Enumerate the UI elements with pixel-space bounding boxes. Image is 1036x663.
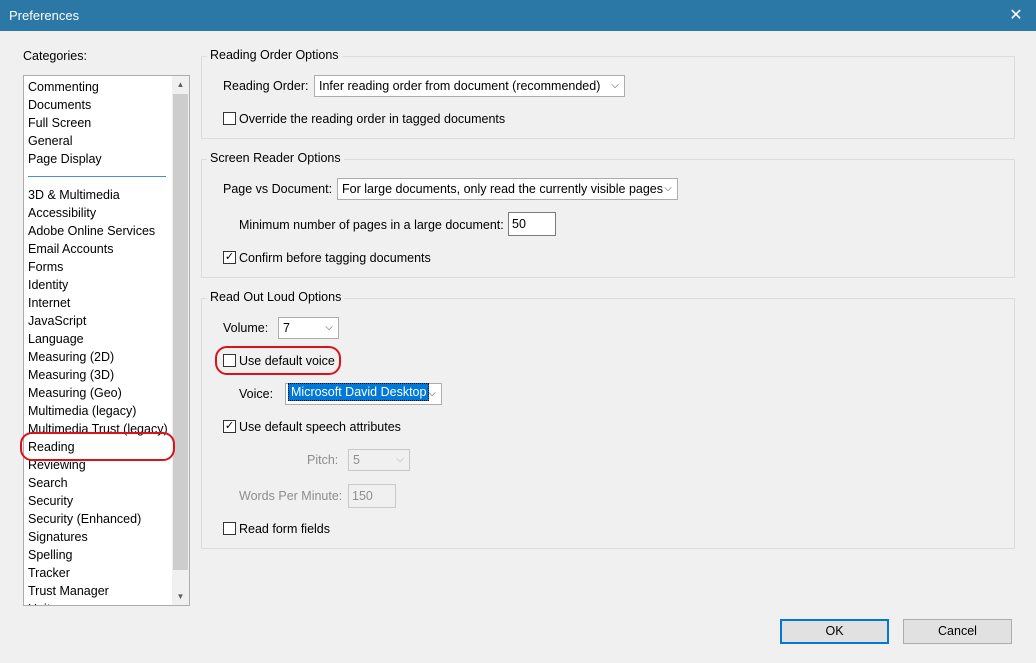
pitch-label: Pitch: bbox=[307, 453, 339, 467]
category-item[interactable]: Accessibility bbox=[28, 204, 173, 222]
scrollbar-thumb[interactable] bbox=[173, 94, 188, 570]
category-item[interactable]: Measuring (2D) bbox=[28, 348, 173, 366]
cancel-button[interactable]: Cancel bbox=[903, 619, 1012, 644]
category-item[interactable]: Trust Manager bbox=[28, 582, 173, 600]
min-pages-label: Minimum number of pages in a large docum… bbox=[239, 218, 504, 232]
screen-reader-group-title: Screen Reader Options bbox=[207, 151, 344, 165]
category-item[interactable]: Security (Enhanced) bbox=[28, 510, 173, 528]
chevron-down-icon: ⌵ bbox=[611, 80, 619, 91]
category-item[interactable]: Measuring (3D) bbox=[28, 366, 173, 384]
category-item[interactable]: Forms bbox=[28, 258, 173, 276]
override-reading-order-label: Override the reading order in tagged doc… bbox=[239, 112, 506, 126]
category-item[interactable]: Adobe Online Services bbox=[28, 222, 173, 240]
read-form-fields-checkbox[interactable] bbox=[223, 522, 236, 535]
voice-label: Voice: bbox=[239, 387, 274, 401]
category-item[interactable]: Commenting bbox=[28, 78, 173, 96]
page-vs-document-label: Page vs Document: bbox=[223, 182, 333, 196]
min-pages-value: 50 bbox=[512, 217, 526, 231]
categories-label: Categories: bbox=[23, 49, 87, 63]
category-item[interactable]: Tracker bbox=[28, 564, 173, 582]
category-item[interactable]: 3D & Multimedia bbox=[28, 186, 173, 204]
chevron-down-icon: ⌵ bbox=[664, 183, 672, 194]
category-item[interactable]: Signatures bbox=[28, 528, 173, 546]
chevron-down-icon: ⌵ bbox=[396, 454, 404, 465]
window-title: Preferences bbox=[9, 8, 80, 23]
confirm-tagging-label: Confirm before tagging documents bbox=[239, 251, 431, 265]
page-vs-document-value: For large documents, only read the curre… bbox=[342, 182, 663, 196]
category-separator bbox=[28, 168, 173, 186]
category-item[interactable]: Units bbox=[28, 600, 173, 605]
close-icon[interactable]: ✕ bbox=[996, 0, 1036, 31]
category-item[interactable]: Email Accounts bbox=[28, 240, 173, 258]
volume-label: Volume: bbox=[223, 321, 269, 335]
pitch-value: 5 bbox=[353, 453, 360, 467]
reading-order-select[interactable]: Infer reading order from document (recom… bbox=[314, 75, 625, 97]
reading-order-group bbox=[201, 56, 1015, 139]
category-item[interactable]: Documents bbox=[28, 96, 173, 114]
chevron-down-icon: ⌵ bbox=[428, 388, 436, 399]
read-form-fields-label: Read form fields bbox=[239, 522, 331, 536]
ok-button[interactable]: OK bbox=[780, 619, 889, 644]
read-out-loud-group-title: Read Out Loud Options bbox=[207, 290, 345, 304]
category-item[interactable]: Page Display bbox=[28, 150, 173, 168]
category-item[interactable]: Multimedia (legacy) bbox=[28, 402, 173, 420]
scroll-up-icon[interactable]: ▲ bbox=[172, 76, 189, 93]
wpm-input[interactable]: 150 bbox=[348, 484, 396, 508]
reading-order-value: Infer reading order from document (recom… bbox=[319, 79, 601, 93]
reading-order-group-title: Reading Order Options bbox=[207, 48, 342, 62]
category-item[interactable]: Spelling bbox=[28, 546, 173, 564]
title-bar: Preferences ✕ bbox=[0, 0, 1036, 31]
category-item[interactable]: Identity bbox=[28, 276, 173, 294]
category-item[interactable]: Measuring (Geo) bbox=[28, 384, 173, 402]
min-pages-input[interactable]: 50 bbox=[508, 212, 556, 236]
categories-scrollbar[interactable]: ▲ ▼ bbox=[172, 76, 189, 605]
category-item[interactable]: Internet bbox=[28, 294, 173, 312]
scroll-down-icon[interactable]: ▼ bbox=[172, 588, 189, 605]
category-item[interactable]: General bbox=[28, 132, 173, 150]
confirm-tagging-checkbox[interactable]: ✓ bbox=[223, 251, 236, 264]
volume-value: 7 bbox=[283, 321, 290, 335]
reading-order-label: Reading Order: bbox=[223, 79, 309, 93]
categories-list[interactable]: Commenting Documents Full Screen General Pag… bbox=[23, 75, 190, 606]
use-default-speech-label: Use default speech attributes bbox=[239, 420, 401, 434]
use-default-voice-checkbox[interactable] bbox=[223, 354, 236, 367]
voice-select[interactable]: Microsoft David Desktop ⌵ bbox=[285, 383, 442, 405]
use-default-speech-checkbox[interactable]: ✓ bbox=[223, 420, 236, 433]
volume-select[interactable]: 7 ⌵ bbox=[278, 317, 339, 339]
voice-value: Microsoft David Desktop bbox=[288, 383, 430, 401]
category-item[interactable]: Security bbox=[28, 492, 173, 510]
override-reading-order-checkbox[interactable] bbox=[223, 112, 236, 125]
use-default-voice-label: Use default voice bbox=[239, 354, 335, 368]
reading-highlight-annotation bbox=[20, 432, 175, 461]
category-item[interactable]: Full Screen bbox=[28, 114, 173, 132]
category-item[interactable]: JavaScript bbox=[28, 312, 173, 330]
page-vs-document-select[interactable]: For large documents, only read the curre… bbox=[337, 178, 678, 200]
pitch-select[interactable]: 5 ⌵ bbox=[348, 449, 410, 471]
wpm-value: 150 bbox=[352, 489, 373, 503]
category-item[interactable]: Language bbox=[28, 330, 173, 348]
wpm-label: Words Per Minute: bbox=[239, 489, 343, 503]
categories-items: Commenting Documents Full Screen General Pag… bbox=[28, 78, 173, 605]
category-item[interactable]: Search bbox=[28, 474, 173, 492]
chevron-down-icon: ⌵ bbox=[325, 322, 333, 333]
